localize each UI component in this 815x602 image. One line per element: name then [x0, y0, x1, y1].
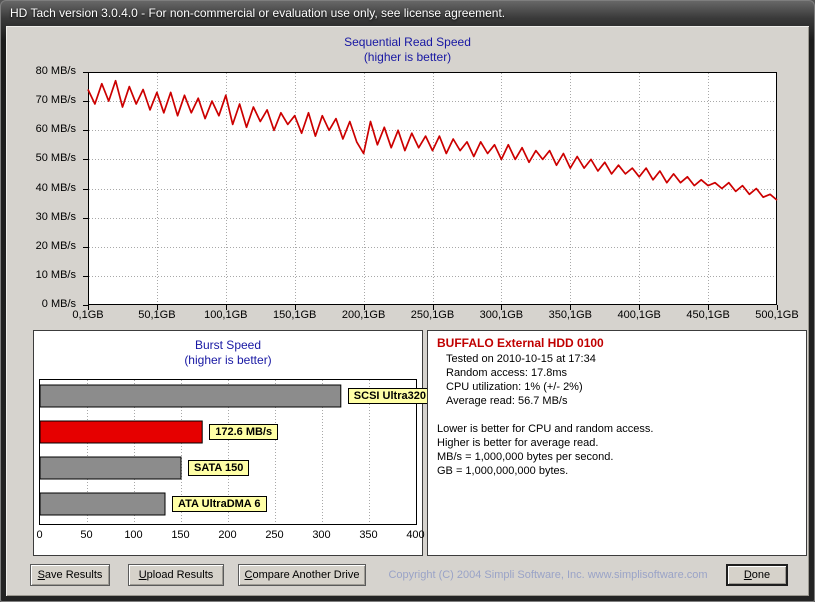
info-line-note-4: GB = 1,000,000,000 bytes.	[437, 464, 797, 478]
x-axis-label: 300,1GB	[471, 309, 531, 321]
info-line-note-3: MB/s = 1,000,000 bytes per second.	[437, 450, 797, 464]
x-axis-label: 350,1GB	[540, 309, 600, 321]
x-axis-label: 450,1GB	[678, 309, 738, 321]
y-axis-label: 40 MB/s	[10, 182, 76, 194]
x-axis-label: 200,1GB	[334, 309, 394, 321]
info-line-average-read: Average read: 56.7 MB/s	[437, 394, 797, 408]
burst-axis-label: 50	[67, 529, 107, 541]
x-axis-label: 250,1GB	[403, 309, 463, 321]
drive-info-panel: BUFFALO External HDD 0100 Tested on 2010…	[427, 330, 807, 556]
info-line-blank	[437, 408, 797, 422]
burst-bar	[40, 493, 165, 515]
bar-value-label: SCSI Ultra320	[348, 388, 432, 404]
x-axis-label: 50,1GB	[127, 309, 187, 321]
y-axis-label: 70 MB/s	[10, 94, 76, 106]
y-axis-label: 30 MB/s	[10, 211, 76, 223]
client-area: Sequential Read Speed (higher is better)…	[6, 26, 809, 596]
hd-tach-window: HD Tach version 3.0.4.0 - For non-commer…	[0, 0, 815, 602]
sequential-read-plot	[82, 70, 782, 312]
x-axis-label: 150,1GB	[265, 309, 325, 321]
drive-name: BUFFALO External HDD 0100	[437, 336, 797, 350]
bar-value-label: ATA UltraDMA 6	[172, 496, 267, 512]
burst-axis-label: 250	[255, 529, 295, 541]
x-axis-label: 500,1GB	[747, 309, 807, 321]
save-results-button[interactable]: Save Results	[30, 564, 110, 586]
sequential-chart-title: Sequential Read Speed	[6, 35, 809, 49]
burst-bar	[40, 385, 341, 407]
burst-axis-label: 200	[208, 529, 248, 541]
info-line-random-access: Random access: 17.8ms	[437, 366, 797, 380]
upload-results-button[interactable]: Upload Results	[128, 564, 224, 586]
y-axis-label: 20 MB/s	[10, 240, 76, 252]
burst-bar	[40, 421, 202, 443]
bar-value-label: SATA 150	[188, 460, 249, 476]
burst-chart-subtitle: (higher is better)	[34, 353, 422, 367]
burst-chart-title: Burst Speed	[34, 338, 422, 352]
compare-another-drive-button[interactable]: Compare Another Drive	[238, 564, 366, 586]
plot-area	[89, 73, 777, 305]
burst-speed-panel: Burst Speed (higher is better) SCSI Ultr…	[33, 330, 423, 556]
done-button[interactable]: Done	[726, 564, 788, 586]
burst-axis-label: 350	[349, 529, 389, 541]
info-line-note-2: Higher is better for average read.	[437, 436, 797, 450]
copyright-text: Copyright (C) 2004 Simpli Software, Inc.…	[378, 569, 718, 581]
footer: Save Results Upload Results Compare Anot…	[6, 564, 809, 588]
x-axis-label: 0,1GB	[58, 309, 118, 321]
bar-value-label: 172.6 MB/s	[209, 424, 278, 440]
window-title: HD Tach version 3.0.4.0 - For non-commer…	[10, 6, 505, 20]
burst-axis-label: 300	[302, 529, 342, 541]
burst-axis-label: 100	[114, 529, 154, 541]
x-axis-label: 400,1GB	[609, 309, 669, 321]
titlebar[interactable]: HD Tach version 3.0.4.0 - For non-commer…	[0, 0, 815, 26]
info-line-tested: Tested on 2010-10-15 at 17:34	[437, 352, 797, 366]
burst-bar	[40, 457, 181, 479]
x-axis-label: 100,1GB	[196, 309, 256, 321]
y-axis-label: 60 MB/s	[10, 123, 76, 135]
info-line-note-1: Lower is better for CPU and random acces…	[437, 422, 797, 436]
info-line-cpu: CPU utilization: 1% (+/- 2%)	[437, 380, 797, 394]
y-axis-label: 80 MB/s	[10, 65, 76, 77]
burst-axis-label: 150	[161, 529, 201, 541]
y-axis-label: 10 MB/s	[10, 269, 76, 281]
burst-axis-label: 0	[20, 529, 60, 541]
sequential-chart-subtitle: (higher is better)	[6, 50, 809, 64]
y-axis-label: 50 MB/s	[10, 152, 76, 164]
